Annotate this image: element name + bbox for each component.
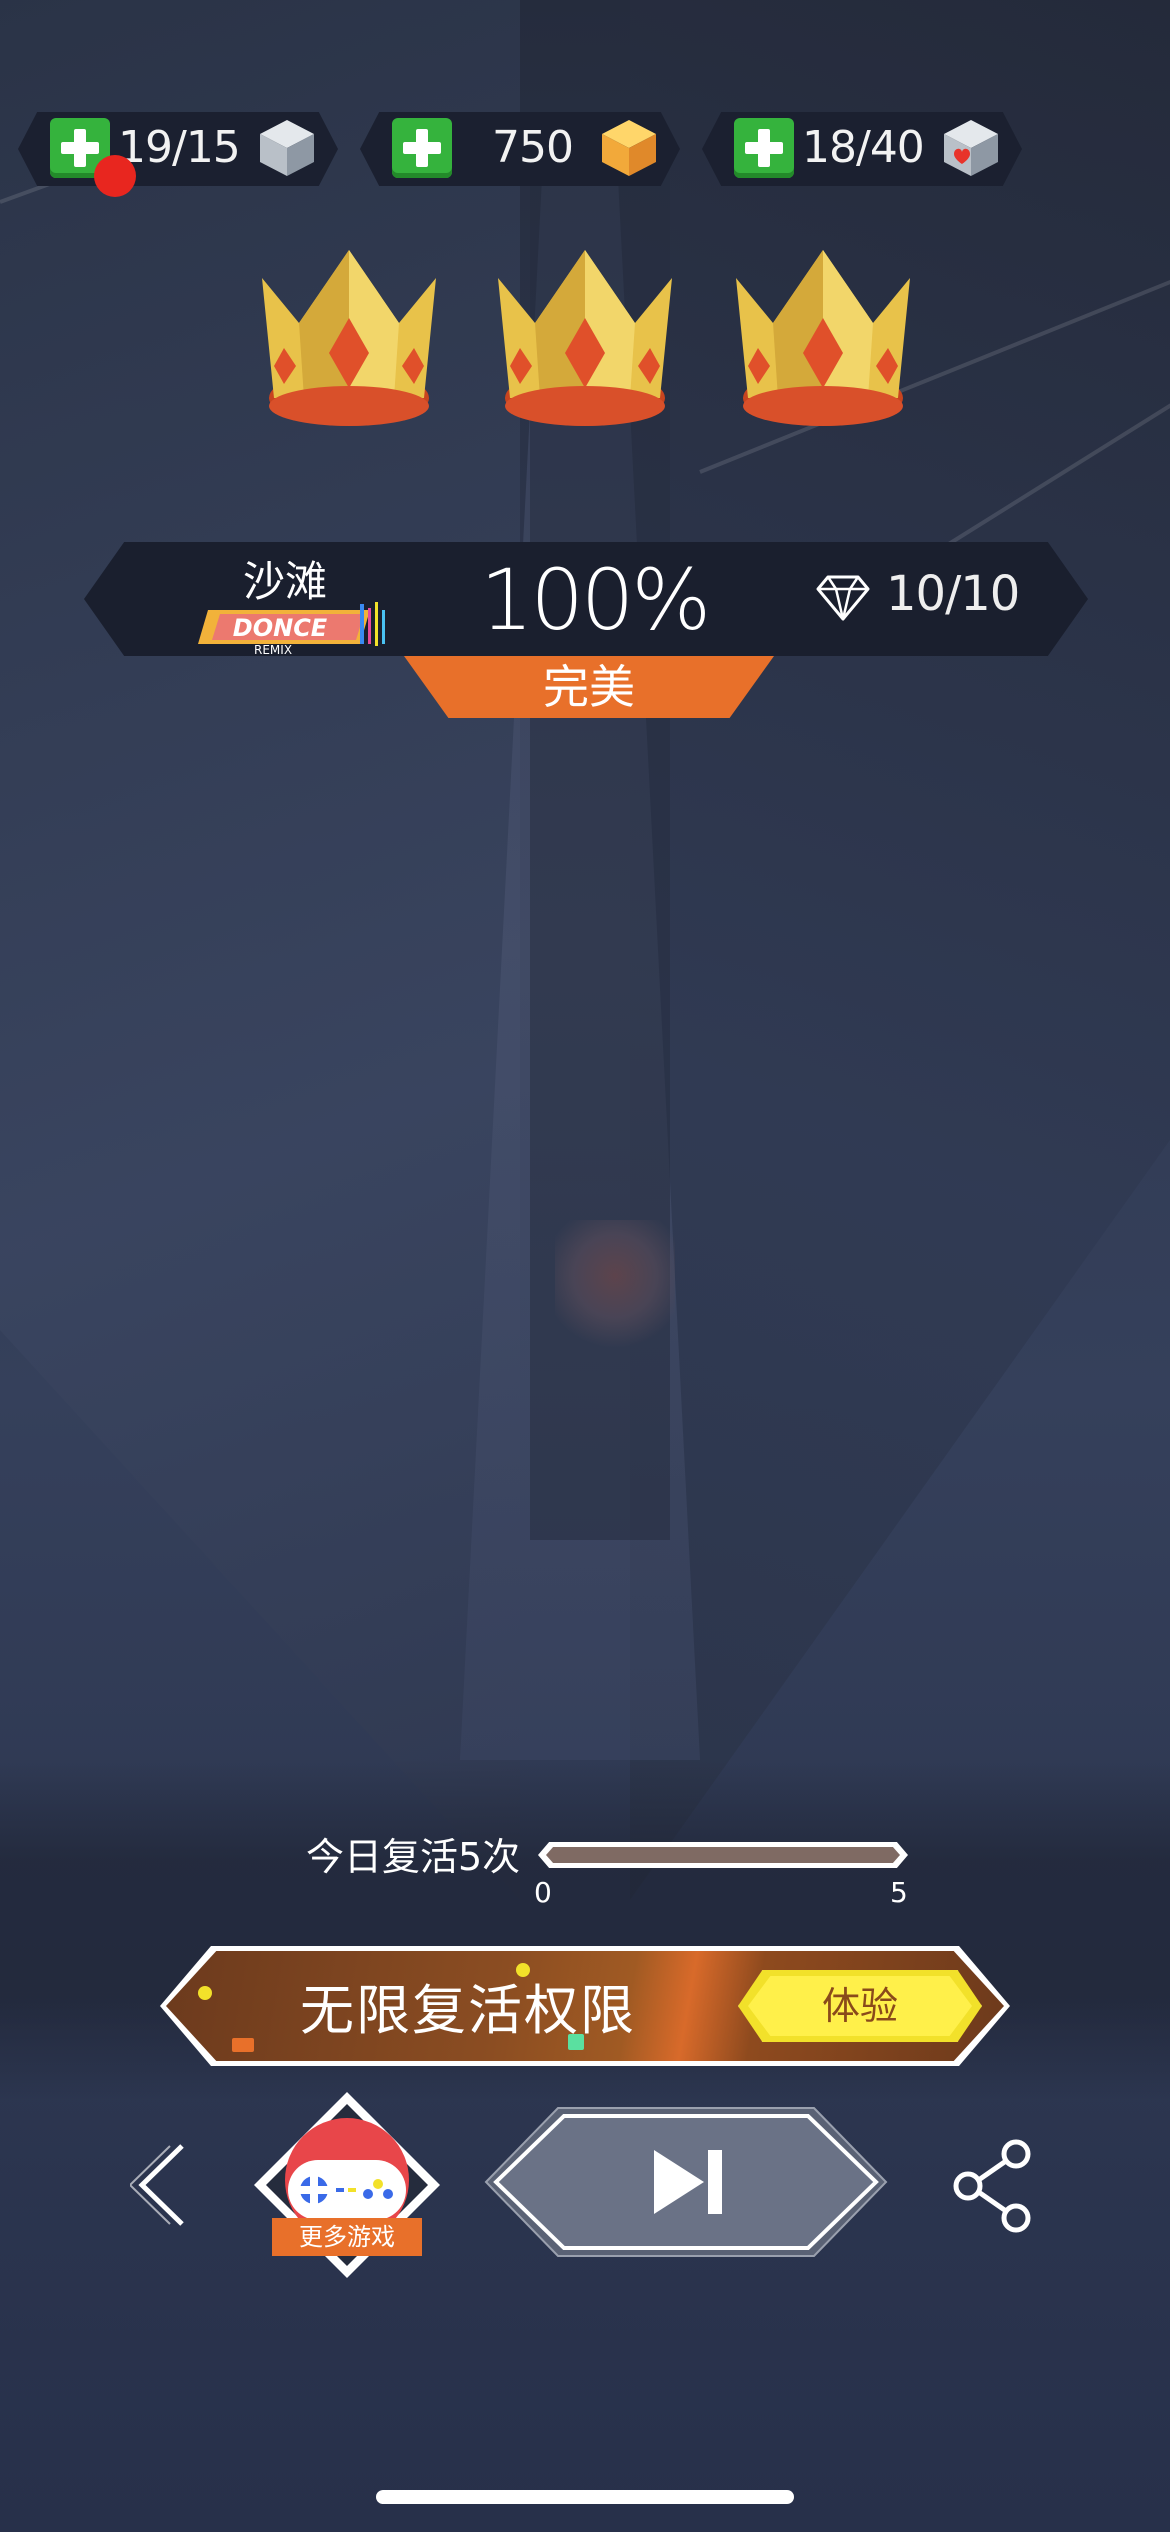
energy-counter: 19/15 <box>18 112 338 186</box>
crown-icon <box>736 250 910 426</box>
hearts-value: 18/40 <box>802 122 925 173</box>
promo-title: 无限复活权限 <box>300 1979 636 2042</box>
grade-label: 完美 <box>543 660 635 714</box>
revive-progress-track <box>546 1847 900 1863</box>
add-coins-button[interactable] <box>392 118 452 178</box>
coins-value: 750 <box>492 122 574 173</box>
gray-cube-icon <box>260 120 314 176</box>
svg-text:DONCE: DONCE <box>233 614 328 642</box>
energy-value: 19/15 <box>118 122 241 173</box>
sparkle-decoration <box>232 2038 254 2052</box>
completion-percent: 100% <box>480 551 711 649</box>
diamond-icon <box>816 575 870 621</box>
dance-remix-logo: DONCE REMIX <box>198 602 385 657</box>
svg-text:REMIX: REMIX <box>254 643 292 657</box>
try-button-label: 体验 <box>821 1984 898 2028</box>
share-icon[interactable] <box>950 2138 1036 2234</box>
hearts-counter: 18/40 <box>702 112 1022 186</box>
revive-min-label: 0 <box>534 1876 552 1909</box>
heart-cube-icon <box>944 120 998 176</box>
next-level-button[interactable] <box>482 2104 890 2260</box>
gold-cube-icon <box>602 120 656 176</box>
back-chevron-icon[interactable] <box>130 2140 200 2230</box>
background-character <box>555 1220 675 1360</box>
coins-counter: 750 <box>360 112 680 186</box>
sparkle-decoration <box>198 1986 212 2000</box>
gems-collected: 10/10 <box>886 566 1020 622</box>
daily-revive-label: 今日复活5次 <box>306 1835 521 1879</box>
add-hearts-button[interactable] <box>734 118 794 178</box>
home-indicator[interactable] <box>376 2490 794 2504</box>
alert-badge <box>94 155 136 197</box>
crown-icon <box>498 250 672 426</box>
crown-icon <box>262 250 436 426</box>
more-games-label: 更多游戏 <box>272 2218 422 2256</box>
revive-max-label: 5 <box>890 1876 908 1909</box>
